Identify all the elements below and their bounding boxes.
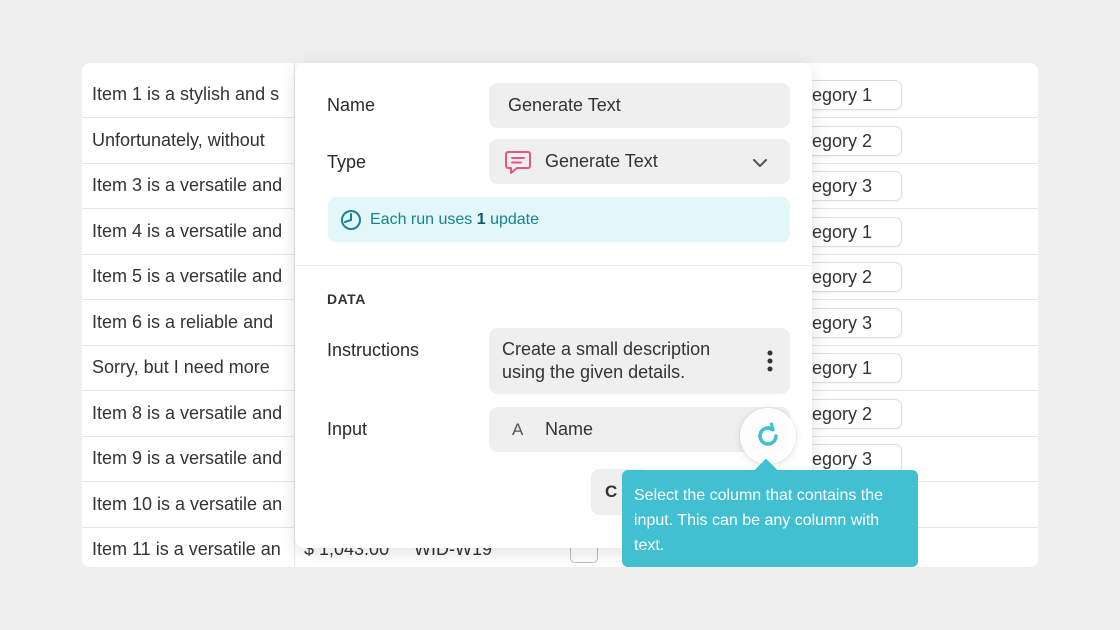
table-cell-text[interactable]: Item 8 is a versatile and: [92, 391, 294, 436]
instructions-input[interactable]: Create a small description using the giv…: [489, 328, 790, 394]
usage-info-prefix: Each run uses: [370, 211, 477, 228]
table-cell-text[interactable]: Item 11 is a versatile an: [92, 527, 294, 567]
table-cell-text[interactable]: Item 1 is a stylish and s: [92, 72, 294, 117]
kebab-menu-icon[interactable]: [766, 349, 774, 380]
text-type-icon: A: [512, 420, 524, 439]
chat-bubble-icon: [503, 148, 533, 183]
table-cell-text[interactable]: Item 4 is a versatile and: [92, 209, 294, 254]
gauge-icon: [340, 209, 362, 236]
instructions-label: Instructions: [327, 340, 420, 360]
name-label: Name: [327, 95, 376, 115]
usage-info-text: Each run uses 1 update: [370, 197, 539, 242]
action-button-label: C: [605, 482, 618, 501]
data-section-title: DATA: [327, 291, 366, 307]
table-cell-text[interactable]: Item 10 is a versatile an: [92, 482, 294, 527]
section-divider: [295, 265, 812, 266]
table-cell-text[interactable]: Sorry, but I need more: [92, 345, 294, 390]
onboarding-hotspot[interactable]: [740, 408, 796, 464]
input-label: Input: [327, 419, 368, 439]
usage-info-count: 1: [476, 211, 486, 228]
table-cell-text[interactable]: Item 3 is a versatile and: [92, 163, 294, 208]
table-cell-text[interactable]: Item 5 is a versatile and: [92, 254, 294, 299]
input-column-value: Name: [545, 419, 594, 439]
table-cell-text[interactable]: Unfortunately, without: [92, 118, 294, 163]
type-select-value: Generate Text: [545, 151, 658, 171]
instructions-text: Create a small description using the giv…: [502, 339, 711, 382]
chevron-down-icon: [752, 154, 768, 175]
tooltip-text: Select the column that contains the inpu…: [634, 487, 884, 554]
name-input[interactable]: Generate Text: [489, 83, 790, 128]
table-cell-text[interactable]: Item 6 is a reliable and: [92, 300, 294, 345]
table-cell-text[interactable]: Item 9 is a versatile and: [92, 436, 294, 481]
type-label: Type: [327, 152, 367, 172]
usage-info-suffix: update: [485, 211, 540, 228]
type-select[interactable]: Generate Text: [489, 139, 790, 184]
refresh-icon: [754, 422, 782, 455]
onboarding-tooltip: Select the column that contains the inpu…: [622, 470, 918, 567]
usage-info-banner: Each run uses 1 update: [328, 197, 790, 242]
